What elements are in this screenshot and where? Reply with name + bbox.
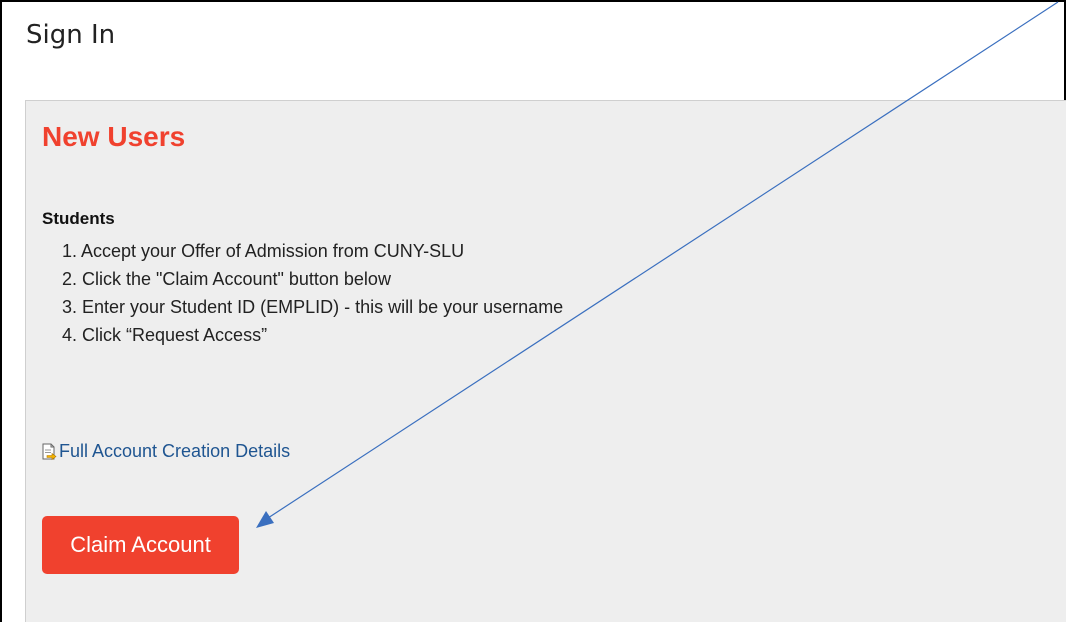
step-item: 2. Click the "Claim Account" button belo… [62,269,391,289]
full-account-details-link[interactable]: Full Account Creation Details [41,441,290,462]
claim-account-button[interactable]: Claim Account [42,516,239,574]
step-item: 4. Click “Request Access” [62,325,268,345]
new-users-panel: New Users Students 1. Accept your Offer … [25,100,1066,622]
step-item: 3. Enter your Student ID (EMPLID) - this… [62,297,564,317]
page-title: Sign In [26,20,116,50]
students-label: Students [42,209,115,228]
steps-list: 1. Accept your Offer of Admission from C… [62,237,563,349]
step-item: 1. Accept your Offer of Admission from C… [62,241,465,261]
document-arrow-icon [41,443,57,461]
new-users-heading: New Users [42,121,186,152]
full-account-details-label[interactable]: Full Account Creation Details [59,441,290,462]
